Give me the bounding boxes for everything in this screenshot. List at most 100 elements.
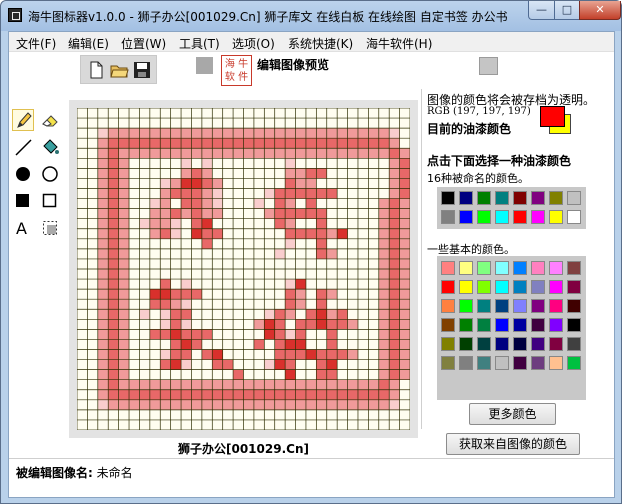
pixel-cell[interactable] (326, 329, 338, 340)
more-colors-button[interactable]: 更多颜色 (469, 403, 556, 425)
pixel-cell[interactable] (316, 309, 327, 320)
pixel-cell[interactable] (97, 218, 109, 229)
pixel-cell[interactable] (285, 289, 296, 300)
pixel-cell[interactable] (274, 319, 286, 330)
pixel-cell[interactable] (108, 299, 119, 310)
pixel-cell[interactable] (389, 168, 400, 179)
pixel-cell[interactable] (222, 389, 234, 400)
color-swatch[interactable] (513, 261, 527, 275)
pixel-cell[interactable] (160, 228, 171, 239)
pixel-grid-canvas[interactable] (77, 108, 410, 430)
pixel-cell[interactable] (97, 339, 109, 350)
pixel-cell[interactable] (305, 128, 317, 139)
pixel-cell[interactable] (264, 319, 275, 330)
pixel-cell[interactable] (389, 198, 400, 209)
pixel-cell[interactable] (295, 128, 306, 139)
pixel-cell[interactable] (264, 399, 275, 410)
color-swatch[interactable] (459, 318, 473, 332)
pixel-cell[interactable] (243, 399, 254, 410)
pixel-cell[interactable] (118, 198, 130, 209)
pixel-cell[interactable] (285, 198, 296, 209)
pixel-cell[interactable] (139, 399, 150, 410)
pixel-cell[interactable] (399, 279, 410, 290)
pixel-cell[interactable] (326, 148, 338, 159)
pixel-cell[interactable] (108, 128, 119, 139)
pixel-cell[interactable] (378, 389, 390, 400)
pixel-cell[interactable] (368, 128, 379, 139)
pixel-cell[interactable] (118, 168, 130, 179)
pixel-cell[interactable] (149, 379, 161, 390)
pixel-cell[interactable] (118, 228, 130, 239)
transparent-color-swatch[interactable] (479, 57, 498, 75)
pixel-cell[interactable] (357, 148, 369, 159)
pixel-cell[interactable] (399, 299, 410, 310)
pixel-cell[interactable] (326, 319, 338, 330)
new-file-button[interactable] (86, 60, 106, 80)
pixel-cell[interactable] (264, 148, 275, 159)
pixel-cell[interactable] (160, 188, 171, 199)
pixel-cell[interactable] (243, 148, 254, 159)
color-swatch[interactable] (495, 299, 509, 313)
pixel-cell[interactable] (97, 198, 109, 209)
menu-position[interactable]: 位置(W) (121, 35, 166, 52)
pixel-cell[interactable] (347, 138, 358, 149)
pixel-cell[interactable] (389, 299, 400, 310)
pixel-cell[interactable] (285, 399, 296, 410)
pixel-cell[interactable] (357, 389, 369, 400)
pixel-cell[interactable] (378, 299, 390, 310)
pixel-cell[interactable] (129, 148, 140, 159)
pixel-cell[interactable] (97, 309, 109, 320)
pixel-cell[interactable] (181, 299, 192, 310)
pixel-cell[interactable] (264, 309, 275, 320)
pixel-cell[interactable] (389, 339, 400, 350)
color-swatch[interactable] (531, 261, 545, 275)
pixel-cell[interactable] (378, 128, 390, 139)
pixel-cell[interactable] (305, 168, 317, 179)
pixel-cell[interactable] (97, 349, 109, 360)
pixel-cell[interactable] (274, 399, 286, 410)
pixel-cell[interactable] (399, 158, 410, 169)
pixel-cell[interactable] (357, 379, 369, 390)
pixel-cell[interactable] (305, 148, 317, 159)
pixel-cell[interactable] (97, 158, 109, 169)
pixel-cell[interactable] (274, 188, 286, 199)
pixel-cell[interactable] (222, 128, 234, 139)
color-swatch[interactable] (477, 261, 491, 275)
color-swatch[interactable] (531, 299, 545, 313)
pixel-cell[interactable] (399, 168, 410, 179)
color-swatch[interactable] (513, 318, 527, 332)
pixel-cell[interactable] (160, 218, 171, 229)
pixel-cell[interactable] (274, 309, 286, 320)
pixel-cell[interactable] (316, 148, 327, 159)
pixel-cell[interactable] (368, 389, 379, 400)
pixel-cell[interactable] (305, 198, 317, 209)
pixel-cell[interactable] (108, 218, 119, 229)
pixel-cell[interactable] (118, 158, 130, 169)
pixel-cell[interactable] (347, 319, 358, 330)
color-swatch[interactable] (495, 191, 509, 205)
pixel-cell[interactable] (347, 379, 358, 390)
pixel-cell[interactable] (181, 158, 192, 169)
pixel-cell[interactable] (316, 369, 327, 380)
pixel-cell[interactable] (389, 359, 400, 370)
pixel-cell[interactable] (326, 309, 338, 320)
pixel-cell[interactable] (212, 198, 223, 209)
pixel-cell[interactable] (316, 389, 327, 400)
pixel-cell[interactable] (201, 168, 213, 179)
pixel-cell[interactable] (316, 218, 327, 229)
pixel-cell[interactable] (243, 379, 254, 390)
pixel-cell[interactable] (399, 359, 410, 370)
pixel-cell[interactable] (399, 309, 410, 320)
pixel-cell[interactable] (285, 158, 296, 169)
pixel-cell[interactable] (212, 399, 223, 410)
pixel-cell[interactable] (253, 389, 265, 400)
pixel-cell[interactable] (295, 228, 306, 239)
color-swatch[interactable] (459, 356, 473, 370)
current-foreground-color[interactable] (540, 106, 565, 127)
color-swatch[interactable] (495, 337, 509, 351)
pixel-cell[interactable] (160, 178, 171, 189)
pixel-cell[interactable] (326, 128, 338, 139)
color-swatch[interactable] (495, 280, 509, 294)
pixel-cell[interactable] (399, 188, 410, 199)
pixel-cell[interactable] (139, 148, 150, 159)
